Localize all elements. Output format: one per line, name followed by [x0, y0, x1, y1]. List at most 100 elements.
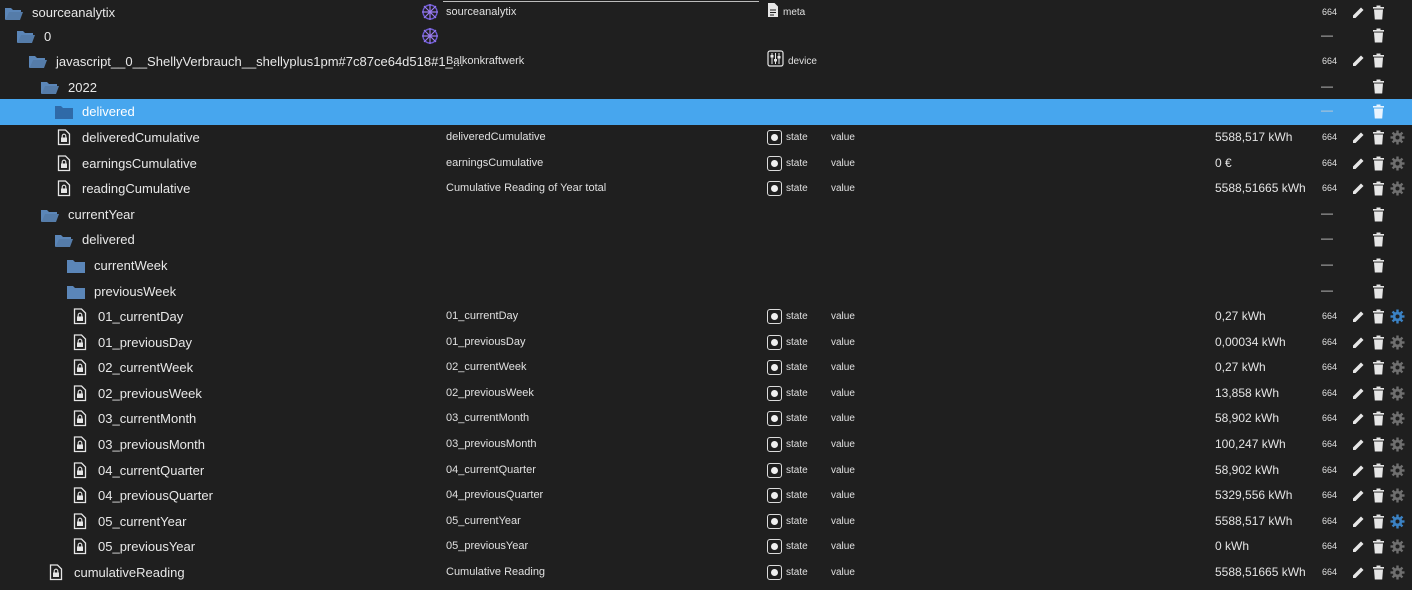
- settings-gear-icon[interactable]: [1389, 308, 1405, 324]
- object-acl[interactable]: 664: [1322, 458, 1337, 484]
- object-value[interactable]: 58,902 kWh: [1215, 458, 1279, 484]
- object-value[interactable]: 0 kWh: [1215, 534, 1249, 560]
- edit-button[interactable]: [1350, 487, 1366, 503]
- object-acl[interactable]: 664: [1322, 0, 1337, 26]
- edit-button[interactable]: [1350, 53, 1366, 69]
- settings-gear-icon[interactable]: [1389, 487, 1405, 503]
- folder-closed-icon[interactable]: [54, 104, 74, 120]
- folder-open-icon[interactable]: [16, 28, 36, 44]
- tree-row[interactable]: sourceanalytix sourceanalytix meta 664: [0, 0, 1412, 26]
- settings-gear-icon[interactable]: [1389, 359, 1405, 375]
- object-acl[interactable]: 664: [1322, 176, 1337, 202]
- settings-gear-icon[interactable]: [1389, 538, 1405, 554]
- tree-row[interactable]: 05_previousYear 05_previousYear state value…: [0, 534, 1412, 560]
- delete-button[interactable]: [1370, 385, 1386, 401]
- delete-button[interactable]: [1370, 308, 1386, 324]
- object-value[interactable]: 5329,556 kWh: [1215, 483, 1292, 509]
- object-acl[interactable]: 664: [1322, 432, 1337, 458]
- edit-button[interactable]: [1350, 564, 1366, 580]
- object-value[interactable]: 0,27 kWh: [1215, 304, 1266, 330]
- delete-button[interactable]: [1370, 359, 1386, 375]
- object-acl[interactable]: 664: [1322, 304, 1337, 330]
- object-value[interactable]: 0,27 kWh: [1215, 355, 1266, 381]
- edit-button[interactable]: [1350, 334, 1366, 350]
- tree-row[interactable]: 01_previousDay 01_previousDay state value 0,…: [0, 330, 1412, 356]
- settings-gear-icon[interactable]: [1389, 129, 1405, 145]
- edit-button[interactable]: [1350, 462, 1366, 478]
- folder-closed-icon[interactable]: [66, 284, 86, 300]
- settings-gear-icon[interactable]: [1389, 564, 1405, 580]
- delete-button[interactable]: [1370, 487, 1386, 503]
- settings-gear-icon[interactable]: [1389, 155, 1405, 171]
- object-acl[interactable]: 664: [1322, 330, 1337, 356]
- tree-row[interactable]: delivered —: [0, 227, 1412, 253]
- delete-button[interactable]: [1370, 129, 1386, 145]
- object-value[interactable]: 0 €: [1215, 151, 1232, 177]
- edit-button[interactable]: [1350, 385, 1366, 401]
- folder-open-icon[interactable]: [54, 232, 74, 248]
- folder-open-icon[interactable]: [28, 53, 48, 69]
- tree-row[interactable]: 03_currentMonth 03_currentMonth state value…: [0, 406, 1412, 432]
- edit-button[interactable]: [1350, 359, 1366, 375]
- folder-open-icon[interactable]: [40, 79, 60, 95]
- delete-button[interactable]: [1370, 206, 1386, 222]
- edit-button[interactable]: [1350, 4, 1366, 20]
- object-value[interactable]: 13,858 kWh: [1215, 381, 1279, 407]
- tree-row[interactable]: 02_currentWeek 02_currentWeek state value 0,…: [0, 355, 1412, 381]
- edit-button[interactable]: [1350, 129, 1366, 145]
- settings-gear-icon[interactable]: [1389, 462, 1405, 478]
- tree-row[interactable]: readingCumulative Cumulative Reading of Y…: [0, 176, 1412, 202]
- edit-button[interactable]: [1350, 513, 1366, 529]
- edit-button[interactable]: [1350, 436, 1366, 452]
- tree-row[interactable]: 2022 —: [0, 75, 1412, 101]
- folder-open-icon[interactable]: [40, 207, 60, 223]
- tree-row[interactable]: 04_currentQuarter 04_currentQuarter state v…: [0, 458, 1412, 484]
- object-acl[interactable]: 664: [1322, 534, 1337, 560]
- delete-button[interactable]: [1370, 410, 1386, 426]
- tree-row[interactable]: javascript__0__ShellyVerbrauch__shellypl…: [0, 49, 1412, 75]
- tree-row[interactable]: 05_currentYear 05_currentYear state value 55…: [0, 509, 1412, 535]
- delete-button[interactable]: [1370, 79, 1386, 95]
- delete-button[interactable]: [1370, 436, 1386, 452]
- tree-row[interactable]: currentWeek —: [0, 253, 1412, 279]
- object-value[interactable]: 100,247 kWh: [1215, 432, 1286, 458]
- settings-gear-icon[interactable]: [1389, 436, 1405, 452]
- object-acl[interactable]: 664: [1322, 125, 1337, 151]
- edit-button[interactable]: [1350, 538, 1366, 554]
- edit-button[interactable]: [1350, 155, 1366, 171]
- delete-button[interactable]: [1370, 53, 1386, 69]
- tree-row[interactable]: 01_currentDay 01_currentDay state value 0,27…: [0, 304, 1412, 330]
- delete-button[interactable]: [1370, 334, 1386, 350]
- object-acl[interactable]: 664: [1322, 381, 1337, 407]
- tree-row[interactable]: 04_previousQuarter 04_previousQuarter stat…: [0, 483, 1412, 509]
- delete-button[interactable]: [1370, 257, 1386, 273]
- tree-row[interactable]: 02_previousWeek 02_previousWeek state value…: [0, 381, 1412, 407]
- delete-button[interactable]: [1370, 283, 1386, 299]
- tree-row[interactable]: cumulativeReading Cumulative Reading state…: [0, 560, 1412, 586]
- settings-gear-icon[interactable]: [1389, 513, 1405, 529]
- object-acl[interactable]: 664: [1322, 560, 1337, 586]
- object-value[interactable]: 0,00034 kWh: [1215, 330, 1286, 356]
- object-acl[interactable]: 664: [1322, 406, 1337, 432]
- object-value[interactable]: 58,902 kWh: [1215, 406, 1279, 432]
- tree-row[interactable]: 0—: [0, 24, 1412, 50]
- object-value[interactable]: 5588,517 kWh: [1215, 509, 1292, 535]
- tree-row[interactable]: currentYear —: [0, 202, 1412, 228]
- tree-row[interactable]: delivered —: [0, 99, 1412, 125]
- delete-button[interactable]: [1370, 4, 1386, 20]
- edit-button[interactable]: [1350, 308, 1366, 324]
- delete-button[interactable]: [1370, 180, 1386, 196]
- delete-button[interactable]: [1370, 513, 1386, 529]
- object-acl[interactable]: 664: [1322, 483, 1337, 509]
- tree-row[interactable]: previousWeek —: [0, 279, 1412, 305]
- tree-row[interactable]: earningsCumulative earningsCumulative stat…: [0, 151, 1412, 177]
- delete-button[interactable]: [1370, 28, 1386, 44]
- delete-button[interactable]: [1370, 231, 1386, 247]
- settings-gear-icon[interactable]: [1389, 180, 1405, 196]
- object-acl[interactable]: 664: [1322, 509, 1337, 535]
- object-acl[interactable]: 664: [1322, 49, 1337, 75]
- object-acl[interactable]: 664: [1322, 355, 1337, 381]
- edit-button[interactable]: [1350, 180, 1366, 196]
- delete-button[interactable]: [1370, 538, 1386, 554]
- delete-button[interactable]: [1370, 103, 1386, 119]
